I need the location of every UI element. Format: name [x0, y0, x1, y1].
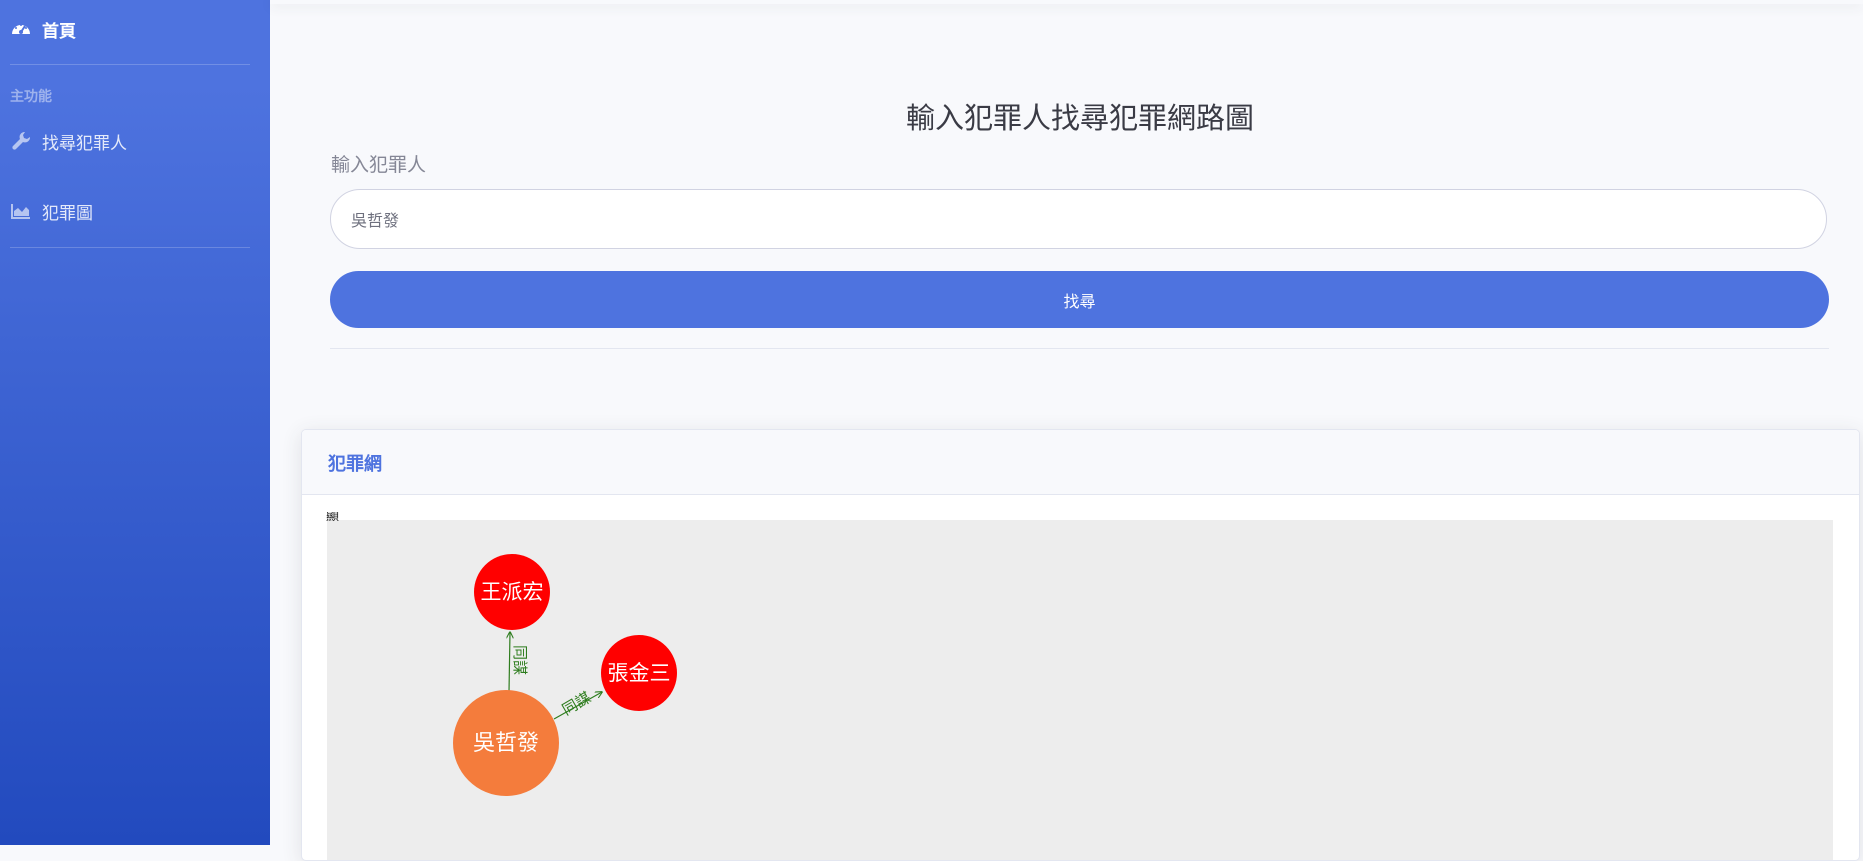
sidebar-item-label: 找尋犯罪人: [42, 133, 127, 154]
sidebar-item-find-criminal[interactable]: 找尋犯罪人: [10, 128, 127, 154]
graph-edge-label: 同謀: [511, 645, 529, 675]
graph-edge: [509, 632, 510, 693]
graph-node-associate[interactable]: 王派宏: [474, 554, 550, 630]
sidebar: 首頁 主功能 找尋犯罪人 犯罪圖: [0, 0, 270, 845]
topbar: [270, 0, 1863, 4]
wrench-icon: [10, 130, 32, 152]
sidebar-item-crime-chart[interactable]: 犯罪圖: [10, 198, 93, 224]
sidebar-home-label: 首頁: [42, 21, 76, 42]
sidebar-item-label: 犯罪圖: [42, 203, 93, 224]
card-header: 犯罪網: [302, 430, 1859, 495]
graph-node-label: 王派宏: [481, 580, 544, 604]
sidebar-divider: [10, 64, 250, 65]
graph-node-label: 張金三: [608, 661, 671, 685]
graph-node-label: 吳哲發: [473, 731, 539, 756]
network-graph[interactable]: 同謀 同謀 王派宏 張金三 吳哲發: [327, 520, 1833, 860]
area-chart-icon: [10, 200, 32, 222]
sidebar-heading: 主功能: [10, 89, 52, 105]
network-graph-svg: 同謀 同謀 王派宏 張金三 吳哲發: [453, 554, 677, 796]
page-title: 輸入犯罪人找尋犯罪網路圖: [905, 101, 1254, 136]
sidebar-divider: [10, 247, 250, 248]
dashboard-icon: [10, 18, 32, 40]
search-button[interactable]: 找尋: [330, 271, 1829, 328]
graph-node-associate[interactable]: 張金三: [601, 635, 677, 711]
divider: [330, 348, 1829, 349]
graph-node-center[interactable]: 吳哲發: [453, 690, 559, 796]
card-title: 犯罪網: [328, 454, 382, 475]
graph-edge-label: 同謀: [559, 688, 594, 719]
crime-network-card: 犯罪網 同謀 同謀 王派宏 張金三 吳哲發 顯: [301, 429, 1860, 861]
sidebar-item-home[interactable]: 首頁: [10, 16, 76, 42]
graph-corner-text: 顯: [326, 512, 340, 521]
input-label: 輸入犯罪人: [331, 154, 427, 176]
criminal-name-input[interactable]: [330, 189, 1827, 249]
